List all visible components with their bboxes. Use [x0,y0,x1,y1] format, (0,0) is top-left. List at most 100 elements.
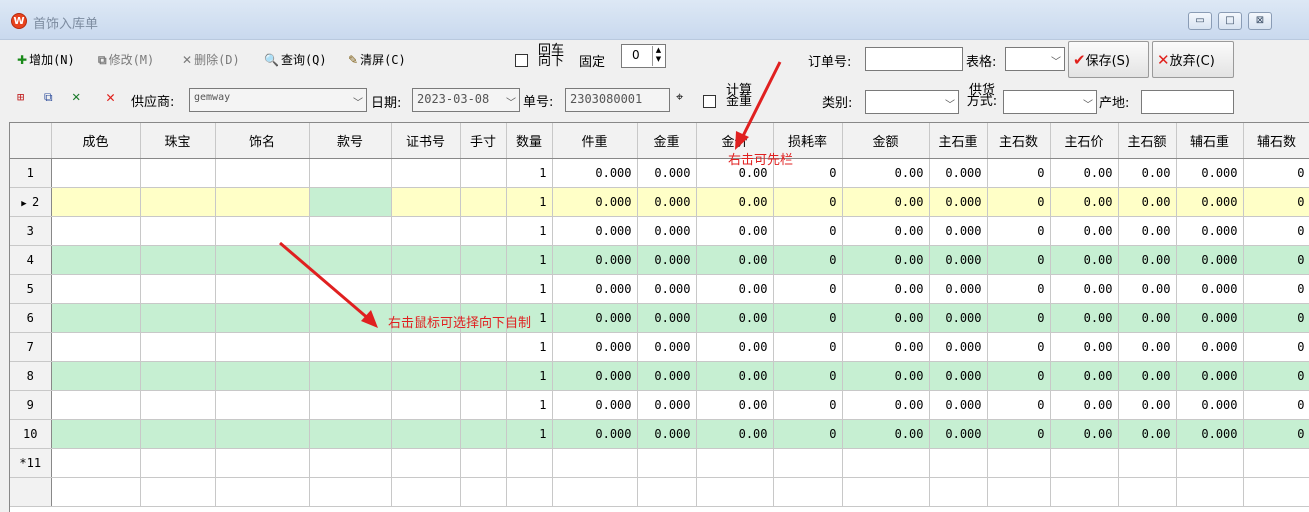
grid-cell[interactable] [929,477,988,507]
grid-cell[interactable] [391,419,461,449]
grid-cell[interactable]: 0.00 [696,216,774,246]
grid-cell[interactable]: 0 [987,158,1051,188]
grid-cell[interactable] [309,361,392,391]
grid-cell[interactable] [309,245,392,275]
grid-cell[interactable] [391,274,461,304]
grid-cell[interactable]: 0 [987,390,1051,420]
column-header[interactable]: 辅石数 [1243,123,1309,159]
close-button[interactable]: ⊠ [1248,12,1272,30]
grid-cell[interactable] [552,448,638,478]
grid-cell[interactable] [140,274,216,304]
column-header[interactable]: 证书号 [391,123,461,159]
grid-cell[interactable] [140,303,216,333]
row-header[interactable]: 4 [10,245,52,275]
table-row[interactable]: 6 1 0.000 0.000 0.00 0 0.00 0.000 0 0.00 0.00 0.000… [10,303,1309,333]
table-row[interactable] [10,477,1309,507]
table-row[interactable]: 7 1 0.000 0.000 0.00 0 0.00 0.000 0 0.00 0.00 0.000… [10,332,1309,362]
table-select[interactable]: ﹀ [1005,47,1065,71]
grid-cell[interactable] [696,477,774,507]
grid-cell[interactable]: 0.000 [552,274,638,304]
column-header[interactable]: 主石额 [1118,123,1177,159]
grid-cell[interactable]: 0.00 [696,390,774,420]
grid-cell[interactable]: 0.00 [842,303,930,333]
grid-cell[interactable]: 0 [773,419,843,449]
grid-cell[interactable]: 0.000 [929,245,988,275]
grid-cell[interactable] [1243,477,1309,507]
grid-cell[interactable]: 0 [773,332,843,362]
grid-cell[interactable]: 0.00 [1050,274,1119,304]
grid-cell[interactable]: 1 [506,187,553,217]
backfill-checkbox[interactable] [515,54,528,67]
grid-cell[interactable]: 0.00 [842,216,930,246]
grid-cell[interactable]: 0 [1243,303,1309,333]
grid-cell[interactable]: 0.000 [929,361,988,391]
grid-cell[interactable] [51,303,141,333]
grid-cell[interactable] [506,448,553,478]
grid-cell[interactable]: 0 [1243,216,1309,246]
grid-cell[interactable]: 0 [773,303,843,333]
origin-input[interactable] [1141,90,1234,114]
grid-cell[interactable] [215,187,310,217]
grid-cell[interactable] [696,448,774,478]
excel-icon[interactable]: ✕ [72,89,80,105]
grid-cell[interactable]: 0.00 [1050,303,1119,333]
grid-cell[interactable] [391,332,461,362]
spin-arrows-icon[interactable]: ▲ ▼ [652,46,664,66]
grid-cell[interactable] [215,419,310,449]
grid-cell[interactable]: 0 [1243,187,1309,217]
grid-cell[interactable]: 0 [987,332,1051,362]
grid-cell[interactable]: 0.00 [696,419,774,449]
column-header[interactable]: 主石价 [1050,123,1119,159]
grid-cell[interactable]: 0.000 [1176,245,1244,275]
grid-cell[interactable]: 0 [987,303,1051,333]
grid-cell[interactable] [391,361,461,391]
grid-cell[interactable]: 1 [506,274,553,304]
grid-cell[interactable] [460,216,507,246]
row-header[interactable]: 6 [10,303,52,333]
grid-cell[interactable]: 0.00 [1118,332,1177,362]
grid-cell[interactable]: 0.000 [1176,419,1244,449]
grid-cell[interactable]: 0 [1243,332,1309,362]
grid-cell[interactable] [773,448,843,478]
column-header[interactable]: 数量 [506,123,553,159]
grid-cell[interactable] [460,477,507,507]
grid-cell[interactable] [309,158,392,188]
grid-cell[interactable]: 0.000 [1176,361,1244,391]
grid-cell[interactable]: 0 [1243,419,1309,449]
grid-cell[interactable]: 0 [1243,390,1309,420]
grid-cell[interactable]: 0.000 [929,390,988,420]
grid-cell[interactable] [309,303,392,333]
grid-cell[interactable] [309,274,392,304]
grid-cell[interactable] [309,419,392,449]
grid-cell[interactable] [140,216,216,246]
grid-cell[interactable]: 0.00 [1050,419,1119,449]
grid-cell[interactable]: 1 [506,216,553,246]
grid-cell[interactable]: 0.000 [552,303,638,333]
grid-cell[interactable]: 0 [773,216,843,246]
grid-cell[interactable] [140,419,216,449]
grid-cell[interactable]: 0.000 [637,274,697,304]
grid-cell[interactable]: 0.000 [929,303,988,333]
column-header[interactable]: 款号 [309,123,392,159]
calc-gold-checkbox[interactable] [703,95,716,108]
grid-cell[interactable]: 1 [506,419,553,449]
grid-cell[interactable]: 0.00 [1118,245,1177,275]
grid-cell[interactable] [215,390,310,420]
date-picker[interactable]: 2023-03-08 ﹀ [412,88,520,112]
row-header[interactable]: 1 [10,158,52,188]
supply-mode-select[interactable]: ﹀ [1003,90,1097,114]
grid-cell[interactable] [309,216,392,246]
fixed-stepper[interactable]: 0 ▲ ▼ [621,44,666,68]
grid-cell[interactable] [309,390,392,420]
row-header[interactable]: 7 [10,332,52,362]
supplier-select[interactable]: gemway ﹀ [189,88,367,112]
grid-cell[interactable]: 0.000 [637,158,697,188]
grid-cell[interactable] [460,332,507,362]
row-header[interactable] [10,477,52,507]
order-no-input[interactable] [865,47,963,71]
grid-cell[interactable]: 1 [506,361,553,391]
grid-cell[interactable] [637,477,697,507]
grid-cell[interactable] [51,187,141,217]
grid-cell[interactable] [1176,448,1244,478]
save-button[interactable]: ✔保存(S) [1068,41,1149,78]
